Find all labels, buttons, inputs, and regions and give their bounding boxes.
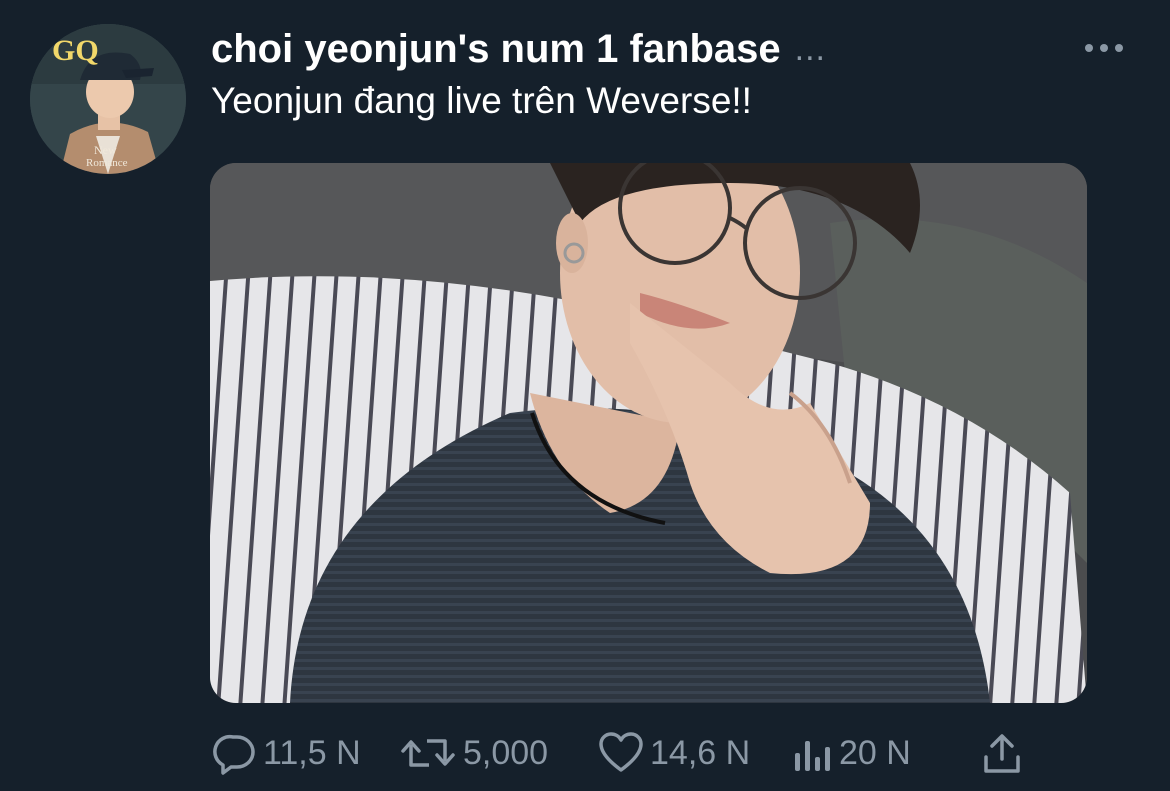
tweet-text: Yeonjun đang live trên Weverse!! <box>211 80 752 121</box>
like-count: 14,6 N <box>650 733 751 772</box>
views-icon <box>795 741 830 771</box>
share-icon <box>984 734 1020 773</box>
more-horizontal-icon <box>1085 44 1123 52</box>
svg-text:Romance: Romance <box>86 157 128 169</box>
reply-count: 11,5 N <box>263 733 361 772</box>
views-button[interactable]: 20 N <box>793 728 911 778</box>
gq-logo: GQ <box>52 34 99 67</box>
photo <box>210 163 1087 703</box>
retweet-button[interactable]: 5,000 <box>399 728 548 778</box>
retweet-count: 5,000 <box>463 733 549 772</box>
display-name[interactable]: choi yeonjun's num 1 fanbase <box>211 27 781 72</box>
profile-photo: GQ New Romance <box>30 24 186 174</box>
retweet-icon <box>401 739 455 767</box>
tweet-actions: 11,5 N 5,000 14,6 N 20 N <box>213 728 1033 778</box>
heart-icon <box>599 732 643 772</box>
views-count: 20 N <box>839 733 911 772</box>
svg-text:New: New <box>94 143 117 157</box>
name-truncation: ... <box>794 29 826 68</box>
like-button[interactable]: 14,6 N <box>598 728 750 778</box>
reply-icon <box>213 734 255 775</box>
avatar[interactable]: GQ New Romance <box>30 24 186 174</box>
reply-button[interactable]: 11,5 N <box>213 728 361 778</box>
tweet-header: choi yeonjun's num 1 fanbase ... <box>211 26 1050 72</box>
more-button[interactable] <box>1078 30 1130 66</box>
share-button[interactable] <box>981 728 1023 778</box>
tweet: GQ New Romance choi yeonjun's num 1 fanb… <box>0 0 1170 791</box>
tweet-photo[interactable] <box>210 163 1087 703</box>
